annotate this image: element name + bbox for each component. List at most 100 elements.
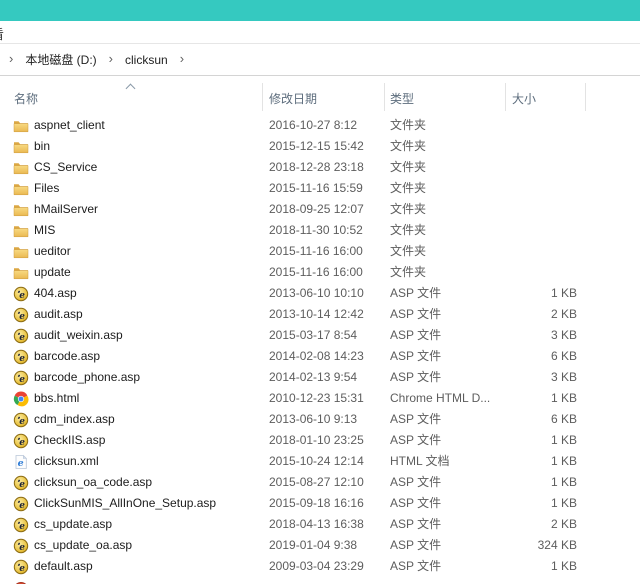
file-date-modified: 2019-01-04 9:38 bbox=[269, 535, 357, 556]
file-size: 1 KB bbox=[506, 430, 577, 451]
file-name: clicksun_oa_code.asp bbox=[34, 472, 152, 493]
file-date-modified: 2015-09-18 16:16 bbox=[269, 493, 364, 514]
folder-icon bbox=[13, 160, 29, 176]
file-row[interactable]: ecs_update.asp2018-04-13 16:38ASP 文件2 KB bbox=[0, 514, 640, 535]
file-size bbox=[506, 220, 577, 241]
file-date-modified: 2018-01-10 23:25 bbox=[269, 430, 364, 451]
file-row[interactable]: ebarcode.asp2014-02-08 14:23ASP 文件6 KB bbox=[0, 346, 640, 367]
column-header-name[interactable]: 名称 bbox=[0, 76, 263, 113]
file-date-modified: 2013-06-10 9:13 bbox=[269, 409, 357, 430]
file-row[interactable]: ecdm_index.asp 2013-06-10 9:13 ASP 文件 6 KB bbox=[0, 409, 640, 430]
address-bar[interactable]: › 本地磁盘 (D:) › clicksun › bbox=[0, 44, 640, 76]
file-size bbox=[506, 157, 577, 178]
file-row[interactable]: aspnet_client2016-10-27 8:12文件夹 bbox=[0, 115, 640, 136]
file-row[interactable]: edefault.asp2009-03-04 23:29ASP 文件1 KB bbox=[0, 556, 640, 577]
file-row[interactable]: hMailServer2018-09-25 12:07文件夹 bbox=[0, 199, 640, 220]
file-type: ASP 文件 bbox=[390, 304, 441, 325]
file-name: cs_update_oa.asp bbox=[34, 535, 132, 556]
file-name: ClickSunMIS_AllInOne_Setup.asp bbox=[34, 493, 216, 514]
file-size: 6 KB bbox=[506, 346, 577, 367]
file-name-cell: ebarcode.asp bbox=[13, 346, 100, 367]
asp-file-icon: e bbox=[13, 433, 29, 449]
file-row[interactable]: bin2015-12-15 15:42文件夹 bbox=[0, 136, 640, 157]
asp-file-icon: e bbox=[13, 475, 29, 491]
file-row[interactable]: bbs.html2010-12-23 15:31Chrome HTML D...… bbox=[0, 388, 640, 409]
file-date-modified: 2013-06-10 10:10 bbox=[269, 283, 364, 304]
file-name: Files bbox=[34, 178, 59, 199]
asp-file-icon: e bbox=[13, 328, 29, 344]
file-date-modified: 2009-03-04 23:29 bbox=[269, 556, 364, 577]
svg-text:e: e bbox=[19, 542, 25, 552]
window-titlebar[interactable] bbox=[0, 0, 640, 21]
file-row[interactable]: eaudit_weixin.asp2015-03-17 8:54ASP 文件3 … bbox=[0, 325, 640, 346]
file-size bbox=[506, 199, 577, 220]
file-row[interactable]: Files2015-11-16 15:59文件夹 bbox=[0, 178, 640, 199]
file-size: 6 KB bbox=[506, 409, 577, 430]
asp-file-icon: e bbox=[13, 538, 29, 554]
file-type: ASP 文件 bbox=[390, 556, 441, 577]
file-row[interactable]: ebarcode_phone.asp2014-02-13 9:54ASP 文件3… bbox=[0, 367, 640, 388]
file-name: default.asp bbox=[34, 556, 93, 577]
file-row[interactable]: e404.asp2013-06-10 10:10ASP 文件1 KB bbox=[0, 283, 640, 304]
file-name-cell: e barcode_phone.asp bbox=[13, 367, 140, 388]
breadcrumb-chevron-icon[interactable]: › bbox=[109, 52, 113, 67]
column-header-date-label: 修改日期 bbox=[269, 90, 317, 107]
file-name: barcode_phone.asp bbox=[34, 367, 140, 388]
column-header-type[interactable]: 类型 bbox=[385, 76, 506, 113]
svg-text:e: e bbox=[18, 457, 24, 468]
file-type: 文件夹 bbox=[390, 199, 426, 220]
file-size: 2 KB bbox=[506, 304, 577, 325]
breadcrumb-chevron-icon[interactable]: › bbox=[9, 52, 13, 67]
folder-icon bbox=[13, 244, 29, 260]
svg-text:e: e bbox=[19, 500, 25, 510]
file-name: audit.asp bbox=[34, 304, 83, 325]
file-type: ASP 文件 bbox=[390, 409, 441, 430]
file-type: ASP 文件 bbox=[390, 346, 441, 367]
file-name: cs_update.asp bbox=[34, 514, 112, 535]
file-row[interactable]: ecs_update_oa.asp2019-01-04 9:38ASP 文件32… bbox=[0, 535, 640, 556]
svg-text:e: e bbox=[19, 374, 25, 384]
file-type: Chrome HTML D... bbox=[390, 388, 490, 409]
file-row-partial[interactable] bbox=[0, 577, 640, 584]
file-date-modified: 2015-03-17 8:54 bbox=[269, 325, 357, 346]
file-size bbox=[506, 262, 577, 283]
file-row[interactable]: eaudit.asp2013-10-14 12:42ASP 文件2 KB bbox=[0, 304, 640, 325]
file-type: ASP 文件 bbox=[390, 325, 441, 346]
file-size bbox=[506, 115, 577, 136]
file-list[interactable]: aspnet_client2016-10-27 8:12文件夹bin2015-1… bbox=[0, 113, 640, 584]
column-header-size[interactable]: 大小 bbox=[506, 76, 586, 113]
chrome-icon bbox=[13, 391, 29, 407]
file-row[interactable]: ueditor2015-11-16 16:00文件夹 bbox=[0, 241, 640, 262]
column-header-type-label: 类型 bbox=[390, 90, 414, 107]
ribbon-tab-view[interactable]: 看 bbox=[0, 24, 11, 43]
file-name-cell: eCheckIIS.asp bbox=[13, 430, 105, 451]
folder-icon bbox=[13, 118, 29, 134]
file-row[interactable]: e ClickSunMIS_AllInOne_Setup.asp 2015-09-1… bbox=[0, 493, 640, 514]
file-date-modified: 2015-11-16 16:00 bbox=[269, 262, 363, 283]
file-type: ASP 文件 bbox=[390, 535, 441, 556]
column-header-blank bbox=[586, 76, 640, 113]
file-row[interactable]: MIS2018-11-30 10:52文件夹 bbox=[0, 220, 640, 241]
file-row[interactable]: eclicksun.xml2015-10-24 12:14HTML 文档1 KB bbox=[0, 451, 640, 472]
explorer-window: 看 › 本地磁盘 (D:) › clicksun › 名称 修改日期 类型 大小… bbox=[0, 0, 640, 584]
file-row[interactable]: CS_Service2018-12-28 23:18文件夹 bbox=[0, 157, 640, 178]
breadcrumb-item-folder[interactable]: clicksun bbox=[125, 53, 168, 67]
file-date-modified: 2016-10-27 8:12 bbox=[269, 115, 357, 136]
file-name-cell: ecdm_index.asp bbox=[13, 409, 115, 430]
asp-file-icon: e bbox=[13, 370, 29, 386]
folder-icon bbox=[13, 265, 29, 281]
file-row[interactable]: eclicksun_oa_code.asp2015-08-27 12:10ASP… bbox=[0, 472, 640, 493]
file-row[interactable]: update2015-11-16 16:00文件夹 bbox=[0, 262, 640, 283]
svg-text:e: e bbox=[19, 416, 25, 426]
file-name-cell: eaudit_weixin.asp bbox=[13, 325, 123, 346]
svg-text:e: e bbox=[19, 563, 25, 573]
file-name-cell: MIS bbox=[13, 220, 55, 241]
breadcrumb-item-drive[interactable]: 本地磁盘 (D:) bbox=[25, 51, 96, 68]
column-header-date-modified[interactable]: 修改日期 bbox=[263, 76, 385, 113]
file-name: bbs.html bbox=[34, 388, 79, 409]
file-date-modified: 2015-12-15 15:42 bbox=[269, 136, 364, 157]
file-size: 1 KB bbox=[506, 388, 577, 409]
breadcrumb-chevron-icon[interactable]: › bbox=[180, 52, 184, 67]
file-row[interactable]: eCheckIIS.asp2018-01-10 23:25ASP 文件1 KB bbox=[0, 430, 640, 451]
file-size bbox=[506, 178, 577, 199]
